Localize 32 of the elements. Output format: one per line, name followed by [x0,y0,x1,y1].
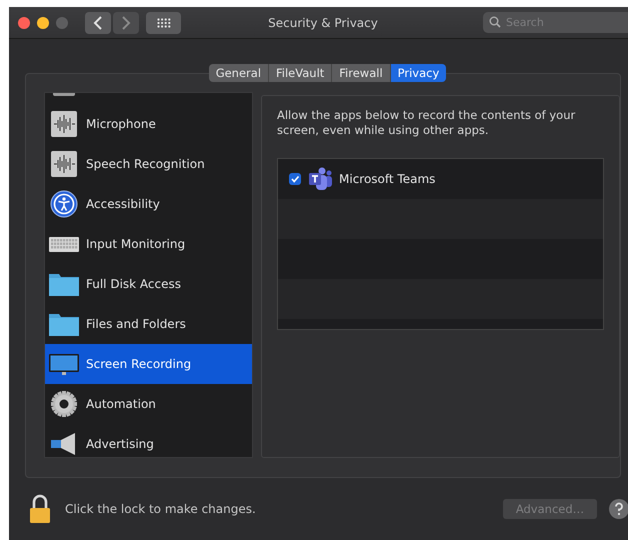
sidebar-item[interactable]: Full Disk Access [45,264,252,304]
grid-icon [156,18,170,28]
gear-icon [49,390,79,418]
app-icon [307,166,333,192]
minimize-button[interactable] [37,16,49,28]
sidebar-item[interactable]: Files and Folders [45,304,252,344]
help-button[interactable] [609,499,628,519]
lock-message: Click the lock to make changes. [65,502,256,516]
sidebar-item[interactable]: Accessibility [45,184,252,224]
lock-icon[interactable] [29,494,51,524]
close-button[interactable] [18,16,30,28]
back-button[interactable] [85,12,111,34]
chevron-right-icon [121,16,131,30]
checkbox[interactable] [289,173,301,185]
description-text: Allow the apps below to record the contents of your screen, even while using other apps. [277,108,576,138]
sidebar-item[interactable]: Screen Recording [45,344,252,384]
sidebar-item[interactable]: Input Monitoring [45,224,252,264]
tab[interactable]: FileVault [269,64,332,82]
sidebar-item[interactable]: Advertising [45,424,252,457]
sidebar-item[interactable]: Automation [45,384,252,424]
chevron-left-icon [93,16,103,30]
tab[interactable]: Privacy [390,64,446,82]
accessibility-icon [49,190,79,218]
sidebar-item[interactable]: Speech Recognition [45,144,252,184]
waveform-icon [49,110,79,138]
window-title: Security & Privacy [268,16,378,30]
show-all-button[interactable] [146,12,181,34]
sidebar-item[interactable]: Microphone [45,104,252,144]
tab[interactable]: General [208,64,270,82]
tab[interactable]: Firewall [332,64,391,82]
waveform-icon [49,150,79,178]
app-row[interactable]: Microsoft Teams [278,159,603,199]
